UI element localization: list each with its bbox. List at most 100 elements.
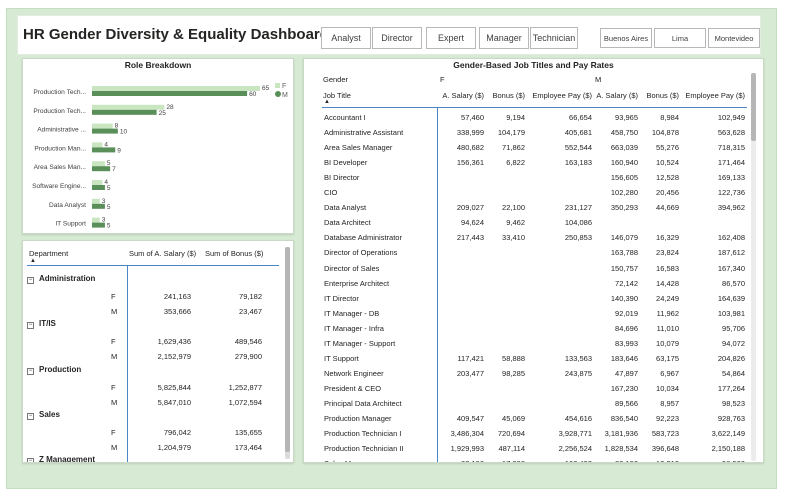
pay-table-row[interactable]: Director of Operations 163,788 23,824 187,6… — [304, 246, 749, 261]
city-slicer-lima[interactable]: Lima — [654, 28, 706, 48]
matrix-row: F 796,042 135,655 — [23, 425, 283, 440]
pay-table-row[interactable]: IT Manager - Support 83,993 10,079 94,072 — [304, 337, 749, 352]
pay-value: 718,315 — [717, 143, 745, 153]
matrix-group-header[interactable]: − Sales — [27, 410, 60, 420]
role-bar-m[interactable] — [92, 185, 105, 190]
role-bar-f[interactable] — [92, 198, 100, 204]
pay-value: 10,034 — [656, 383, 679, 393]
pay-table-row[interactable]: Enterprise Architect 72,142 14,428 86,570 — [304, 277, 749, 292]
pay-value: 103,981 — [717, 308, 745, 318]
city-slicer-montevideo[interactable]: Montevideo — [708, 28, 760, 48]
matrix-group-header[interactable]: − Production — [27, 365, 81, 375]
pay-table-row[interactable]: Data Analyst 209,027 22,100 231,127 350,293 4… — [304, 201, 749, 216]
role-slicer-expert[interactable]: Expert — [426, 27, 476, 49]
pay-table-row[interactable]: Production Manager 409,547 45,069 454,616 83… — [304, 412, 749, 427]
pay-job-title: Data Analyst — [324, 203, 367, 213]
pay-table-row[interactable]: IT Manager - DB 92,019 11,962 103,981 — [304, 307, 749, 322]
pay-column-header[interactable]: Bonus ($) — [609, 91, 679, 100]
role-bar-f[interactable] — [92, 86, 260, 91]
matrix-header-divider — [27, 265, 279, 266]
pay-table-row[interactable]: Accountant I 57,460 9,194 66,654 93,965 8,984… — [304, 111, 749, 126]
pay-job-title: IT Director — [324, 293, 359, 303]
role-value-f: 28 — [166, 104, 174, 111]
pay-table-row[interactable]: IT Manager - Infra 84,696 11,010 95,706 — [304, 322, 749, 337]
pay-scrollbar-thumb[interactable] — [751, 73, 756, 141]
pay-table-row[interactable]: Production Technician I 3,486,304 720,694 3… — [304, 427, 749, 442]
pay-table-row[interactable]: Database Administrator 217,443 33,410 250,8… — [304, 231, 749, 246]
role-bar-f[interactable] — [92, 142, 103, 148]
pay-value: 16,329 — [656, 233, 679, 243]
pay-table-row[interactable]: Data Architect 94,624 9,462 104,086 — [304, 216, 749, 231]
pay-column-header[interactable]: Employee Pay ($) — [675, 91, 745, 100]
collapse-icon[interactable]: − — [27, 413, 34, 420]
matrix-bonus: 173,464 — [234, 443, 262, 452]
matrix-bonus: 135,655 — [234, 428, 262, 437]
sort-arrow-icon[interactable]: ▲ — [324, 99, 330, 105]
pay-value: 95,706 — [722, 323, 745, 333]
matrix-row: M 353,666 23,467 — [23, 304, 283, 319]
pay-value: 86,570 — [722, 278, 745, 288]
pay-table-row[interactable]: Principal Data Architect 89,566 8,957 98,52… — [304, 397, 749, 412]
city-slicer-buenos-aires[interactable]: Buenos Aires — [600, 28, 652, 48]
matrix-row: M 1,204,979 173,464 — [23, 440, 283, 455]
pay-table-row[interactable]: Network Engineer 203,477 98,285 243,875 47,8… — [304, 367, 749, 382]
pay-value: 9,194 — [506, 113, 525, 122]
pay-value: 44,669 — [656, 203, 679, 213]
role-bar-f[interactable] — [92, 161, 105, 167]
collapse-icon[interactable]: − — [27, 368, 34, 375]
pay-job-title: Production Manager — [324, 414, 392, 423]
pay-value: 23,824 — [656, 248, 679, 258]
role-bar-f[interactable] — [92, 180, 103, 185]
pay-job-title: Production Technician II — [324, 444, 404, 454]
pay-table-row[interactable]: Sales Manager83,19017,302100,49283,19013… — [304, 457, 749, 462]
pay-value: 167,340 — [717, 263, 745, 273]
pay-table-row[interactable]: IT Support 117,421 58,888 133,563 183,646 63,… — [304, 352, 749, 367]
pay-header-gender: Gender — [323, 75, 349, 84]
pay-job-title: BI Developer — [324, 158, 368, 168]
role-bar-f[interactable] — [92, 217, 100, 223]
matrix-header-bonus[interactable]: Sum of Bonus ($) — [205, 249, 263, 258]
pay-value: 71,862 — [502, 143, 525, 153]
matrix-salary: 5,847,010 — [157, 398, 191, 407]
pay-table-row[interactable]: President & CEO 167,230 10,034 177,264 — [304, 382, 749, 397]
matrix-gender: F — [111, 292, 116, 301]
collapse-icon[interactable]: − — [27, 277, 34, 284]
pay-table-row[interactable]: Area Sales Manager 480,682 71,862 552,544 66… — [304, 141, 749, 156]
matrix-header-department[interactable]: Department — [29, 249, 68, 258]
pay-table-row[interactable]: IT Director 140,390 24,249 164,639 — [304, 292, 749, 307]
pay-table-row[interactable]: BI Director 156,605 12,528 169,133 — [304, 171, 749, 186]
pay-table-row[interactable]: Administrative Assistant 338,999 104,179 40… — [304, 126, 749, 141]
role-bar-m[interactable] — [92, 109, 157, 115]
role-slicer-analyst[interactable]: Analyst — [321, 27, 371, 49]
collapse-icon[interactable]: − — [27, 322, 34, 329]
pay-table-row[interactable]: BI Developer 156,361 6,822 163,183 160,940 10… — [304, 156, 749, 171]
role-slicer-director[interactable]: Director — [372, 27, 422, 49]
role-bar-f[interactable] — [92, 123, 113, 129]
pay-value: 94,072 — [722, 338, 745, 348]
pay-value: 45,069 — [502, 414, 525, 423]
pay-header-divider — [322, 107, 747, 108]
pay-table-row[interactable]: Director of Sales 150,757 16,583 167,340 — [304, 262, 749, 277]
role-slicer-technician[interactable]: Technician — [530, 27, 578, 49]
pay-value: 22,100 — [502, 203, 525, 213]
sort-arrow-icon[interactable]: ▲ — [30, 258, 36, 264]
role-axis-label: Production Tech... — [33, 108, 86, 115]
role-bar-f[interactable] — [92, 104, 165, 110]
matrix-scrollbar[interactable] — [285, 247, 290, 459]
matrix-scrollbar-thumb[interactable] — [285, 247, 290, 452]
role-bar-m[interactable] — [92, 91, 248, 96]
pay-value: 33,410 — [502, 233, 525, 243]
pay-scrollbar[interactable] — [751, 73, 756, 461]
pay-table-row[interactable]: Production Technician II 1,929,993 487,114… — [304, 442, 749, 457]
role-axis-label: Software Engine... — [32, 183, 86, 190]
pay-table-row[interactable]: CIO 102,280 20,456 122,736 — [304, 186, 749, 201]
pay-value: 17,302 — [465, 459, 525, 462]
collapse-icon[interactable]: − — [27, 458, 34, 462]
matrix-group-header[interactable]: − IT/IS — [27, 319, 56, 329]
pay-column-header[interactable]: Bonus ($) — [455, 91, 525, 100]
matrix-group-header[interactable]: − Administration — [27, 274, 95, 284]
matrix-group-header[interactable]: − Z Management — [27, 455, 95, 462]
role-slicer-manager[interactable]: Manager — [479, 27, 529, 49]
matrix-header-salary[interactable]: Sum of A. Salary ($) — [129, 249, 196, 258]
legend-f-label: F — [282, 83, 286, 90]
